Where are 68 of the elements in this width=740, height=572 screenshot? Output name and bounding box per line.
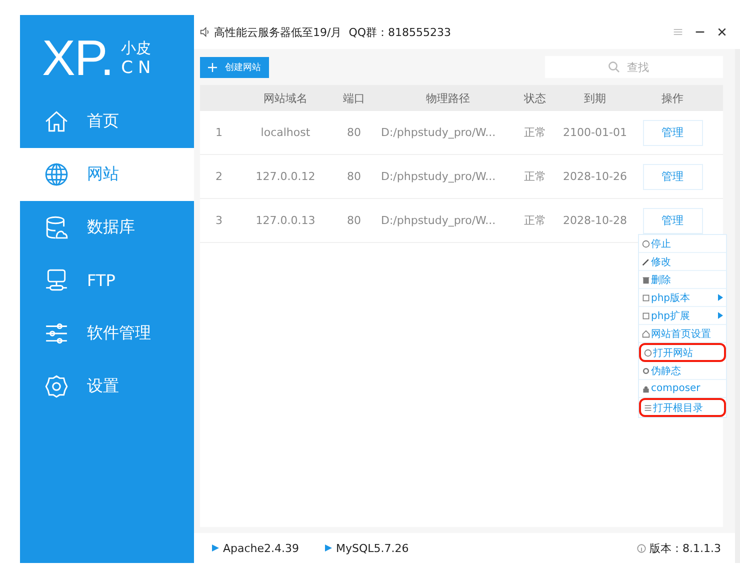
table-cell: 2100-01-01 <box>563 126 627 139</box>
menu-item[interactable]: php版本 <box>639 289 726 307</box>
play-icon[interactable] <box>325 544 332 552</box>
close-icon[interactable] <box>717 27 727 37</box>
sidebar-item[interactable]: 网站 <box>20 148 194 201</box>
search-field[interactable]: 查找 <box>545 56 723 78</box>
sliders-icon <box>44 321 69 346</box>
table-cell: 1 <box>216 126 222 139</box>
table-cell: 2 <box>216 170 222 183</box>
menu-icon[interactable] <box>673 27 683 37</box>
service-label[interactable]: MySQL5.7.26 <box>336 542 409 554</box>
menu-item[interactable]: 伪静态 <box>639 362 726 380</box>
menu-item[interactable]: composer <box>639 380 726 398</box>
menu-item[interactable]: 删除 <box>639 271 726 289</box>
column-header: 操作 <box>662 90 684 106</box>
submenu-arrow-icon <box>718 294 723 301</box>
table-cell: 正常 <box>524 213 546 228</box>
info-icon <box>636 544 646 552</box>
gear-icon <box>44 374 69 399</box>
menu-item[interactable]: 打开根目录 <box>639 398 726 417</box>
speaker-icon <box>200 27 210 37</box>
table-cell: 80 <box>347 170 361 183</box>
notice-text: 高性能云服务器低至19/月 QQ群：818555233 <box>214 24 451 40</box>
search-icon <box>608 61 620 73</box>
menu-item[interactable]: 网站首页设置 <box>639 325 726 343</box>
menu-item[interactable]: 修改 <box>639 253 726 271</box>
table-cell: D:/phpstudy_pro/W... <box>381 214 496 227</box>
manage-button[interactable]: 管理 <box>642 164 702 190</box>
table-cell: 127.0.0.12 <box>256 170 316 183</box>
column-header: 物理路径 <box>426 90 470 106</box>
menu-item[interactable]: 停止 <box>639 235 726 253</box>
globe-icon <box>44 162 69 187</box>
table-cell: localhost <box>260 126 310 139</box>
manage-button[interactable]: 管理 <box>642 120 702 146</box>
submenu-arrow-icon <box>718 312 723 319</box>
logo-mark: XP. <box>42 33 114 83</box>
table-cell: 127.0.0.13 <box>256 214 316 227</box>
version-text: 版本：8.1.1.3 <box>650 540 721 556</box>
column-header: 网站域名 <box>264 90 308 106</box>
menu-item[interactable]: 打开网站 <box>639 343 726 362</box>
database-icon <box>44 215 69 240</box>
column-header: 端口 <box>343 90 365 106</box>
table-cell: D:/phpstudy_pro/W... <box>381 170 496 183</box>
table-cell: 正常 <box>524 169 546 184</box>
play-icon[interactable] <box>212 544 219 552</box>
table-cell: 80 <box>347 214 361 227</box>
home-icon <box>44 109 69 134</box>
logo-text: CN <box>121 58 156 78</box>
sidebar-item[interactable]: 首页 <box>20 95 194 148</box>
table-cell: 2028-10-26 <box>563 170 627 183</box>
table-cell: D:/phpstudy_pro/W... <box>381 126 496 139</box>
column-header: 到期 <box>584 90 606 106</box>
menu-item[interactable]: php扩展 <box>639 307 726 325</box>
sidebar-item[interactable]: 软件管理 <box>20 307 194 360</box>
table-cell: 80 <box>347 126 361 139</box>
logo-text: 小皮 <box>121 38 152 58</box>
column-header: 状态 <box>524 90 546 106</box>
table-cell: 3 <box>216 214 222 227</box>
table-cell: 2028-10-28 <box>563 214 627 227</box>
plus-icon <box>208 62 217 72</box>
create-site-button[interactable]: 创建网站 <box>200 56 269 78</box>
service-label[interactable]: Apache2.4.39 <box>223 542 300 554</box>
ftp-icon <box>44 268 69 293</box>
sidebar-item[interactable]: 设置 <box>20 360 194 413</box>
table-cell: 正常 <box>524 125 546 140</box>
sidebar-item[interactable]: FTP <box>20 254 194 307</box>
sidebar-item[interactable]: 数据库 <box>20 201 194 254</box>
manage-button[interactable]: 管理 <box>642 208 702 234</box>
